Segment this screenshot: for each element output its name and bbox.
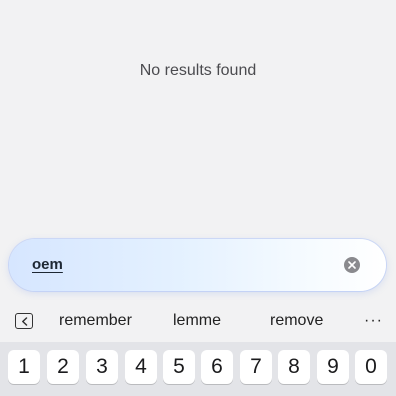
key-6[interactable]: 6 [201,350,233,384]
no-results-message: No results found [139,62,257,79]
key-5[interactable]: 5 [163,350,195,384]
suggestion-item[interactable]: remember [59,312,132,330]
key-2[interactable]: 2 [47,350,79,384]
key-9[interactable]: 9 [317,350,349,384]
suggestion-item[interactable]: lemme [173,312,221,330]
key-0[interactable]: 0 [355,350,387,384]
close-icon [348,261,356,269]
suggestion-item[interactable]: remove [270,312,323,330]
key-4[interactable]: 4 [125,350,157,384]
key-8[interactable]: 8 [278,350,310,384]
clear-search-button[interactable] [344,257,360,273]
more-options-icon[interactable]: ··· [364,312,383,330]
search-input[interactable]: oem [32,256,63,273]
number-keyboard: 1 2 3 4 5 6 7 8 9 0 [0,342,396,396]
screen: No results found oem remember lemme remo… [0,0,396,396]
chevron-left-icon [21,316,27,326]
key-7[interactable]: 7 [240,350,272,384]
suggestion-bar: remember lemme remove ··· [0,300,396,342]
keyboard-collapse-icon[interactable] [15,313,33,329]
key-3[interactable]: 3 [86,350,118,384]
key-1[interactable]: 1 [8,350,40,384]
search-bar[interactable]: oem [9,239,386,291]
